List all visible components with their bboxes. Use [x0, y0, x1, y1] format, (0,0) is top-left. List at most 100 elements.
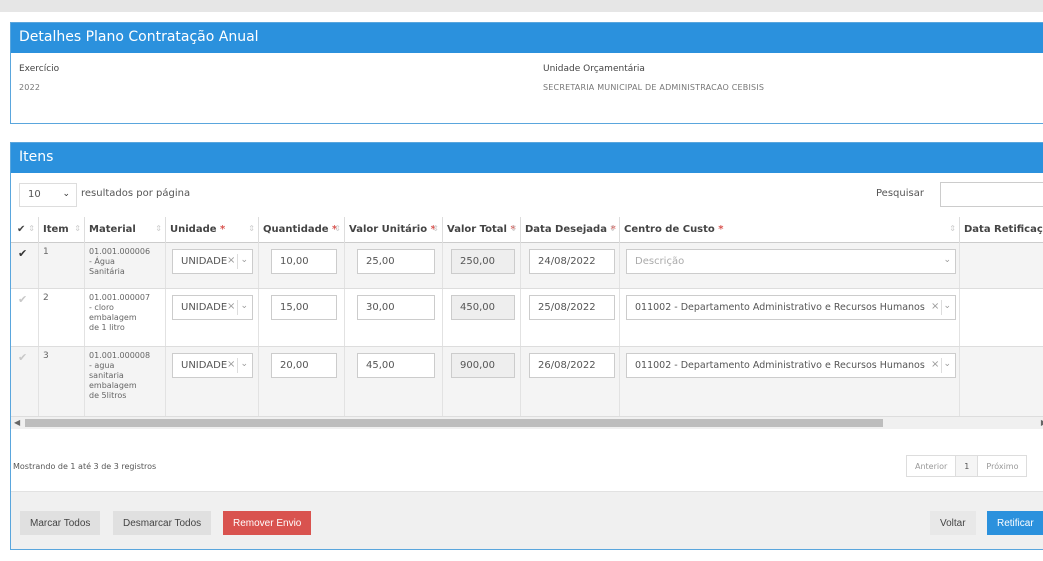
chevron-down-icon[interactable]: ⌄ — [240, 255, 248, 265]
data-retificacao-cell — [960, 347, 1043, 416]
valor-total-cell: 450,00 — [443, 289, 521, 346]
centro-de-custo-select[interactable]: Descrição ⌄ — [626, 249, 956, 274]
top-bar — [0, 0, 1043, 12]
column-header-material[interactable]: Material ⇕ — [85, 217, 166, 243]
valor-unitario-input[interactable]: 25,00 — [357, 249, 435, 274]
column-header-valor-total[interactable]: Valor Total * ⇕ — [443, 217, 521, 243]
remove-send-button[interactable]: Remover Envio — [223, 511, 312, 535]
clear-icon[interactable]: × — [931, 301, 939, 312]
centro-de-custo-select[interactable]: 011002 - Departamento Administrativo e R… — [626, 295, 956, 320]
data-desejada-input[interactable]: 24/08/2022 — [529, 249, 615, 274]
pagination-next[interactable]: Próximo — [978, 456, 1027, 476]
exercicio-label: Exercício — [19, 64, 60, 74]
column-header-item[interactable]: Item ⇕ — [39, 217, 85, 243]
sort-icon: ⇕ — [949, 224, 956, 233]
column-header-data-retificacao[interactable]: Data Retificação — [960, 217, 1043, 243]
quantidade-input[interactable]: 20,00 — [271, 353, 337, 378]
check-icon[interactable]: ✔ — [18, 247, 27, 260]
chevron-down-icon[interactable]: ⌄ — [943, 359, 951, 369]
column-header-quantidade[interactable]: Quantidade * ⇕ — [259, 217, 345, 243]
scroll-left-icon[interactable]: ◀ — [14, 418, 20, 427]
unmark-all-button[interactable]: Desmarcar Todos — [113, 511, 212, 535]
clear-icon[interactable]: × — [931, 359, 939, 370]
page-length-select[interactable]: 10 ⌄ — [19, 183, 77, 207]
items-panel: Itens 10 ⌄ resultados por página Pesquis… — [10, 142, 1043, 550]
centro-de-custo-cell: 011002 - Departamento Administrativo e R… — [620, 289, 960, 346]
column-header-check[interactable]: ✔ ⇕ — [11, 217, 39, 243]
sort-icon: ⇕ — [155, 224, 162, 233]
column-header-unidade[interactable]: Unidade * ⇕ — [166, 217, 259, 243]
sort-icon: ⇕ — [28, 224, 35, 233]
horizontal-scrollbar[interactable]: ◀ ▶ — [11, 417, 1043, 429]
table-row: ✔ 1 01.001.000006 - Água Sanitária UNIDA… — [11, 243, 1043, 289]
data-desejada-input[interactable]: 25/08/2022 — [529, 295, 615, 320]
centro-de-custo-cell: Descrição ⌄ — [620, 243, 960, 288]
scrollbar-thumb[interactable] — [25, 419, 883, 427]
table-controls: 10 ⌄ resultados por página Pesquisar — [11, 173, 1043, 217]
chevron-down-icon[interactable]: ⌄ — [943, 255, 951, 265]
item-number: 2 — [39, 289, 85, 346]
row-checkbox-cell[interactable]: ✔ — [11, 243, 39, 288]
pagination-previous[interactable]: Anterior — [907, 456, 957, 476]
sort-icon: ⇕ — [432, 224, 439, 233]
items-table: ✔ ⇕ Item ⇕ Material ⇕ Unidade * ⇕ Quantidade… — [11, 217, 1043, 431]
valor-unitario-input[interactable]: 45,00 — [357, 353, 435, 378]
clear-icon[interactable]: × — [227, 301, 235, 312]
page-length-text: resultados por página — [81, 188, 191, 199]
actions-footer: Marcar Todos Desmarcar Todos Remover Env… — [11, 491, 1043, 549]
data-desejada-input[interactable]: 26/08/2022 — [529, 353, 615, 378]
check-icon[interactable]: ✔ — [18, 351, 27, 364]
valor-total-readonly: 900,00 — [451, 353, 515, 378]
chevron-down-icon[interactable]: ⌄ — [240, 301, 248, 311]
chevron-down-icon[interactable]: ⌄ — [943, 301, 951, 311]
details-title: Detalhes Plano Contratação Anual — [11, 23, 1043, 53]
unidade-orcamentaria-label: Unidade Orçamentária — [543, 64, 645, 74]
data-desejada-cell: 24/08/2022 — [521, 243, 620, 288]
row-checkbox-cell[interactable]: ✔ — [11, 289, 39, 346]
back-button[interactable]: Voltar — [930, 511, 976, 535]
column-header-valor-unitario[interactable]: Valor Unitário * ⇕ — [345, 217, 443, 243]
pagination-page-1[interactable]: 1 — [956, 456, 979, 476]
search-input[interactable] — [940, 182, 1043, 207]
unidade-select[interactable]: UNIDADE × ⌄ — [172, 353, 253, 378]
data-retificacao-cell — [960, 243, 1043, 288]
unidade-cell: UNIDADE × ⌄ — [166, 243, 259, 288]
data-desejada-cell: 26/08/2022 — [521, 347, 620, 416]
chevron-down-icon[interactable]: ⌄ — [240, 359, 248, 369]
row-checkbox-cell[interactable]: ✔ — [11, 347, 39, 416]
quantidade-cell: 20,00 — [259, 347, 345, 416]
quantidade-cell: 15,00 — [259, 289, 345, 346]
centro-de-custo-select[interactable]: 011002 - Departamento Administrativo e R… — [626, 353, 956, 378]
valor-unitario-input[interactable]: 30,00 — [357, 295, 435, 320]
unidade-cell: UNIDADE × ⌄ — [166, 347, 259, 416]
clear-icon[interactable]: × — [227, 255, 235, 266]
data-desejada-cell: 25/08/2022 — [521, 289, 620, 346]
pagination: Anterior 1 Próximo — [906, 455, 1028, 477]
check-icon[interactable]: ✔ — [18, 293, 27, 306]
unidade-select[interactable]: UNIDADE × ⌄ — [172, 295, 253, 320]
unidade-select[interactable]: UNIDADE × ⌄ — [172, 249, 253, 274]
rectify-button[interactable]: Retificar — [987, 511, 1043, 535]
data-retificacao-cell — [960, 289, 1043, 346]
valor-total-cell: 250,00 — [443, 243, 521, 288]
quantidade-input[interactable]: 10,00 — [271, 249, 337, 274]
material-cell: 01.001.000008 - agua sanitaria embalagem… — [85, 347, 166, 416]
page-length-value: 10 — [28, 189, 41, 200]
sort-icon: ⇕ — [248, 224, 255, 233]
column-header-centro-de-custo[interactable]: Centro de Custo * ⇕ — [620, 217, 960, 243]
sort-icon: ⇕ — [74, 224, 81, 233]
quantidade-input[interactable]: 15,00 — [271, 295, 337, 320]
items-title: Itens — [11, 143, 1043, 173]
material-cell: 01.001.000007 - cloro embalagem de 1 lit… — [85, 289, 166, 346]
sort-icon: ⇕ — [510, 224, 517, 233]
material-cell: 01.001.000006 - Água Sanitária — [85, 243, 166, 288]
item-number: 3 — [39, 347, 85, 416]
valor-total-readonly: 450,00 — [451, 295, 515, 320]
column-header-data-desejada[interactable]: Data Desejada * ⇕ — [521, 217, 620, 243]
mark-all-button[interactable]: Marcar Todos — [20, 511, 101, 535]
valor-unitario-cell: 45,00 — [345, 347, 443, 416]
exercicio-value: 2022 — [19, 83, 41, 92]
clear-icon[interactable]: × — [227, 359, 235, 370]
unidade-orcamentaria-value: SECRETARIA MUNICIPAL DE ADMINISTRACAO CE… — [543, 83, 765, 92]
item-number: 1 — [39, 243, 85, 288]
